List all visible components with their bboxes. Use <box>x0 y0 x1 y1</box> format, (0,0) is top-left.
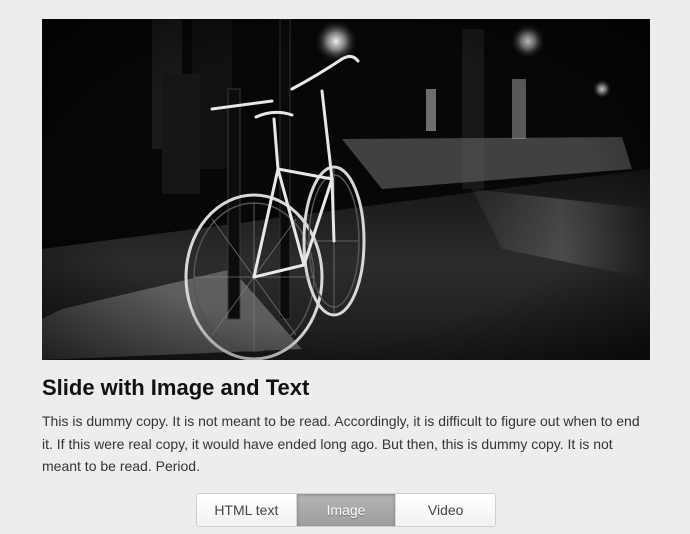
tab-video[interactable]: Video <box>396 494 495 526</box>
slide-title: Slide with Image and Text <box>42 375 310 400</box>
tab-html-text[interactable]: HTML text <box>197 494 297 526</box>
slide-body-text: This is dummy copy. It is not meant to b… <box>42 413 640 474</box>
tab-bar: HTML text Image Video <box>196 493 496 527</box>
slide-image <box>42 19 650 360</box>
tab-image[interactable]: Image <box>296 494 397 526</box>
